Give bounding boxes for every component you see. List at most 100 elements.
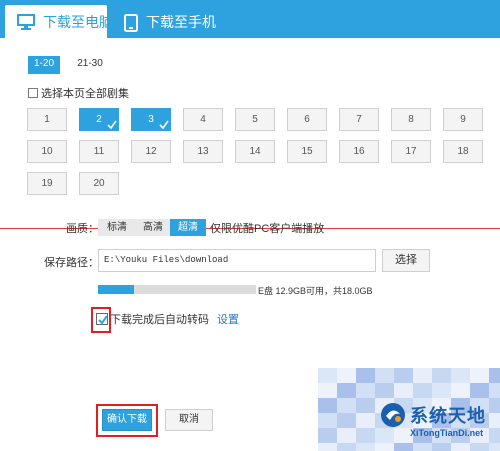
quality-option-sd[interactable]: 标清 bbox=[98, 219, 136, 236]
disk-usage-bar bbox=[98, 285, 256, 294]
range-tab-1-20[interactable]: 1-20 bbox=[28, 56, 60, 72]
transcode-settings-link[interactable]: 设置 bbox=[217, 311, 239, 327]
mosaic-block bbox=[318, 428, 338, 444]
phone-icon bbox=[124, 13, 138, 32]
selected-check-icon bbox=[159, 120, 169, 130]
mosaic-block bbox=[337, 398, 357, 414]
mosaic-block bbox=[356, 368, 376, 384]
episode-number: 8 bbox=[408, 114, 414, 125]
tab-download-to-phone[interactable]: 下载至手机 bbox=[112, 5, 216, 38]
mosaic-block bbox=[451, 368, 471, 384]
mosaic-block bbox=[489, 413, 500, 429]
watermark-logo-icon bbox=[381, 403, 405, 427]
mosaic-block bbox=[489, 443, 500, 451]
confirm-download-button[interactable]: 确认下载 bbox=[102, 409, 152, 431]
mosaic-block bbox=[394, 443, 414, 451]
episode-button[interactable]: 9 bbox=[443, 108, 483, 131]
watermark-title: 系统天地 bbox=[410, 406, 486, 426]
episode-number: 7 bbox=[356, 114, 362, 125]
episode-button[interactable]: 16 bbox=[339, 140, 379, 163]
checkbox-box bbox=[28, 88, 38, 98]
mosaic-block bbox=[413, 443, 433, 451]
quality-option-hd[interactable]: 高清 bbox=[136, 219, 170, 236]
watermark-url: XiTongTianDi.net bbox=[410, 428, 484, 438]
episode-button[interactable]: 2 bbox=[79, 108, 119, 131]
mosaic-block bbox=[394, 383, 414, 399]
quality-option-super-hd[interactable]: 超清 bbox=[170, 219, 206, 236]
tab-download-to-pc[interactable]: 下载至电脑 bbox=[5, 5, 113, 38]
episode-number: 1 bbox=[44, 114, 50, 125]
mosaic-block bbox=[356, 383, 376, 399]
mosaic-block bbox=[337, 383, 357, 399]
episode-button[interactable]: 8 bbox=[391, 108, 431, 131]
episode-button[interactable]: 6 bbox=[287, 108, 327, 131]
episode-button[interactable]: 7 bbox=[339, 108, 379, 131]
episode-button[interactable]: 18 bbox=[443, 140, 483, 163]
select-all-checkbox[interactable]: 选择本页全部剧集 bbox=[28, 86, 129, 100]
mosaic-block bbox=[337, 428, 357, 444]
mosaic-block bbox=[337, 413, 357, 429]
mosaic-block bbox=[337, 368, 357, 384]
mosaic-block bbox=[489, 383, 500, 399]
episode-button[interactable]: 1 bbox=[27, 108, 67, 131]
checkmark-icon bbox=[98, 315, 108, 325]
episode-button[interactable]: 13 bbox=[183, 140, 223, 163]
browse-button[interactable]: 选择 bbox=[382, 249, 430, 272]
select-all-label: 选择本页全部剧集 bbox=[41, 88, 129, 100]
episode-button[interactable]: 19 bbox=[27, 172, 67, 195]
episode-number: 5 bbox=[252, 114, 258, 125]
episode-button[interactable]: 17 bbox=[391, 140, 431, 163]
mosaic-block bbox=[318, 368, 338, 384]
mosaic-block bbox=[356, 413, 376, 429]
mosaic-block bbox=[432, 443, 452, 451]
episode-number: 2 bbox=[96, 114, 102, 125]
episode-button[interactable]: 4 bbox=[183, 108, 223, 131]
mosaic-block bbox=[451, 383, 471, 399]
mosaic-block bbox=[337, 443, 357, 451]
monitor-icon bbox=[17, 13, 35, 30]
mosaic-block bbox=[375, 368, 395, 384]
mosaic-block bbox=[356, 398, 376, 414]
episode-button[interactable]: 11 bbox=[79, 140, 119, 163]
mosaic-block bbox=[413, 383, 433, 399]
mosaic-block bbox=[432, 368, 452, 384]
auto-transcode-label: 下载完成后自动转码 bbox=[110, 314, 209, 326]
mosaic-block bbox=[375, 383, 395, 399]
episode-button[interactable]: 15 bbox=[287, 140, 327, 163]
episode-button[interactable]: 14 bbox=[235, 140, 275, 163]
mosaic-block bbox=[318, 443, 338, 451]
quality-label: 画质： bbox=[66, 223, 99, 235]
save-path-input[interactable]: E:\Youku Files\download bbox=[98, 249, 376, 272]
episode-number: 6 bbox=[304, 114, 310, 125]
episode-button[interactable]: 5 bbox=[235, 108, 275, 131]
episode-number: 3 bbox=[148, 114, 154, 125]
episode-number: 4 bbox=[200, 114, 206, 125]
episode-number: 11 bbox=[93, 146, 105, 157]
disk-space-text: E盘 12.9GB可用，共18.0GB bbox=[258, 286, 373, 296]
mosaic-block bbox=[356, 443, 376, 451]
range-tab-21-30[interactable]: 21-30 bbox=[74, 56, 106, 72]
disk-usage-fill bbox=[98, 285, 135, 294]
mosaic-block bbox=[470, 368, 490, 384]
mosaic-block bbox=[470, 383, 490, 399]
episode-number: 9 bbox=[460, 114, 466, 125]
auto-transcode-option[interactable]: 下载完成后自动转码 设置 bbox=[96, 310, 239, 328]
episode-button[interactable]: 12 bbox=[131, 140, 171, 163]
tab-download-to-pc-label: 下载至电脑 bbox=[43, 13, 113, 30]
save-path-label: 保存路径： bbox=[44, 257, 99, 269]
mosaic-block bbox=[489, 398, 500, 414]
cancel-button[interactable]: 取消 bbox=[165, 409, 213, 431]
episode-number: 19 bbox=[41, 178, 53, 189]
mosaic-block bbox=[375, 428, 395, 444]
episode-number: 18 bbox=[457, 146, 469, 157]
episode-button[interactable]: 20 bbox=[79, 172, 119, 195]
range-active-underline bbox=[28, 72, 60, 74]
episode-button[interactable]: 10 bbox=[27, 140, 67, 163]
quality-note: 仅限优酷PC客户端播放 bbox=[210, 223, 325, 235]
selected-check-icon bbox=[107, 120, 117, 130]
auto-transcode-checkbox[interactable] bbox=[96, 313, 108, 325]
episode-number: 15 bbox=[301, 146, 313, 157]
tab-download-to-phone-label: 下载至手机 bbox=[146, 13, 216, 30]
mosaic-block bbox=[318, 383, 338, 399]
episode-button[interactable]: 3 bbox=[131, 108, 171, 131]
